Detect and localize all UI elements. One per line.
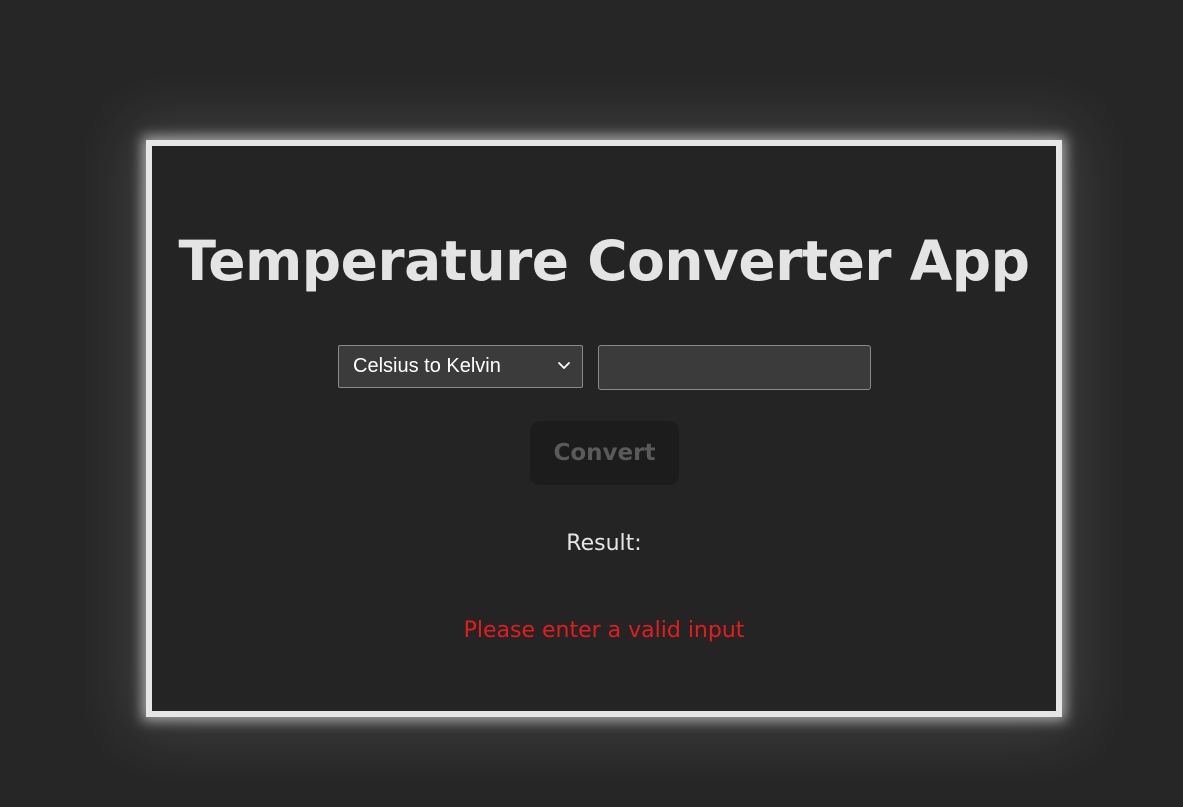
conversion-mode-value: Celsius to Kelvin (353, 355, 501, 377)
converter-card: Temperature Converter App Celsius to Kel… (146, 140, 1062, 717)
result-label: Result: (566, 531, 642, 556)
error-message: Please enter a valid input (463, 618, 745, 643)
temperature-input[interactable] (598, 345, 871, 390)
page-title: Temperature Converter App (178, 229, 1030, 293)
convert-button[interactable]: Convert (530, 421, 679, 485)
chevron-down-icon (558, 362, 570, 369)
conversion-mode-select[interactable]: Celsius to Kelvin (338, 345, 583, 388)
